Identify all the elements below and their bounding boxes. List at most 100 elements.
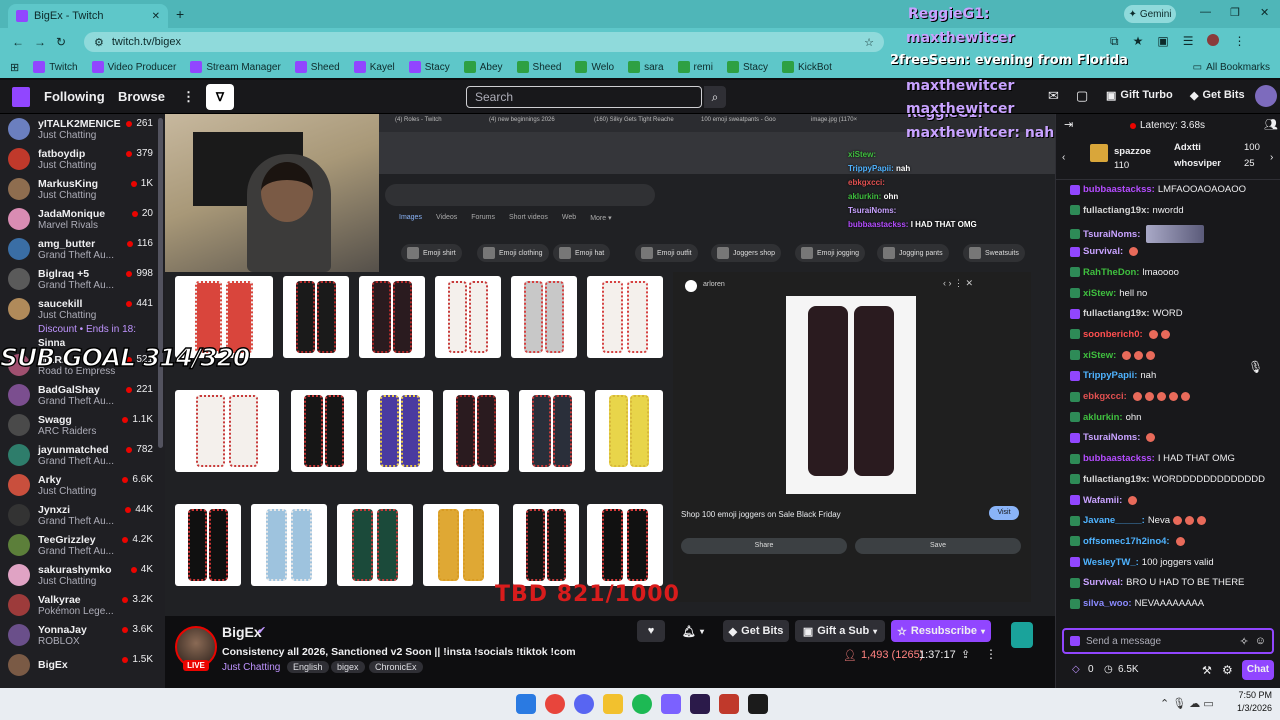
spotify-icon[interactable] bbox=[632, 694, 652, 714]
bookmark-star-icon[interactable]: ☆ bbox=[864, 36, 874, 49]
twitch-logo-icon[interactable] bbox=[12, 87, 30, 107]
sidebar-channel[interactable]: Biglraq +5 Grand Theft Au... 998 bbox=[0, 264, 165, 294]
collapse-chat-icon[interactable]: ⇥ bbox=[1064, 118, 1073, 131]
channel-name[interactable]: BigEx bbox=[222, 624, 262, 640]
chat-message[interactable]: TsuraiNoms: bbox=[1070, 225, 1205, 244]
tag-english[interactable]: English bbox=[287, 661, 329, 673]
menu-kebab-icon[interactable]: ⋮ bbox=[1233, 34, 1245, 49]
sidebar-channel[interactable]: BigEx 1.5K bbox=[0, 650, 165, 680]
chat-message[interactable]: bubbaastackss: LMFAOOAOAOAOO bbox=[1070, 184, 1246, 195]
chat-message[interactable]: soonberich0: bbox=[1070, 329, 1170, 340]
address-bar[interactable]: ⚙ twitch.tv/bigex ☆ bbox=[84, 32, 884, 52]
prev-icon[interactable]: ‹ bbox=[1062, 152, 1065, 163]
sidebar-channel[interactable]: BadGalShay Grand Theft Au... 221 bbox=[0, 380, 165, 410]
chat-message[interactable]: Survival: BRO U HAD TO BE THERE bbox=[1070, 577, 1244, 588]
chat-message[interactable]: RahTheDon: lmaoooo bbox=[1070, 267, 1179, 278]
more-options-icon[interactable]: ⋮ bbox=[182, 89, 195, 105]
chat-message[interactable]: xiStew: hell no bbox=[1070, 288, 1147, 299]
bookmark-item[interactable]: Sheed bbox=[516, 61, 561, 73]
sidebar-channel[interactable]: Jynxzi Grand Theft Au... 44K bbox=[0, 500, 165, 530]
site-info-icon[interactable]: ⚙ bbox=[94, 36, 104, 49]
chat-message[interactable]: Survival: bbox=[1070, 246, 1139, 257]
reload-icon[interactable]: ↻ bbox=[56, 35, 66, 49]
emote-picker-icon[interactable]: ☺ bbox=[1255, 635, 1266, 647]
chat-message[interactable]: aklurkin: ohn bbox=[1070, 412, 1141, 423]
chat-message[interactable]: Javane_____: Neva bbox=[1070, 515, 1206, 526]
chat-send-button[interactable]: Chat bbox=[1242, 660, 1274, 680]
bookmark-item[interactable]: Stream Manager bbox=[190, 61, 281, 73]
forward-icon[interactable]: → bbox=[34, 35, 46, 49]
search-icon[interactable]: ⌕ bbox=[704, 86, 726, 108]
get-bits-nav-button[interactable]: ◆ Get Bits bbox=[1190, 89, 1245, 102]
close-tab-icon[interactable]: ✕ bbox=[152, 11, 160, 22]
sidebar-channel[interactable]: YonnaJay ROBLOX 3.6K bbox=[0, 620, 165, 650]
bookmark-item[interactable]: sara bbox=[628, 61, 664, 73]
next-icon[interactable]: › bbox=[1270, 152, 1273, 163]
chrome-icon[interactable] bbox=[545, 694, 565, 714]
chat-message[interactable]: bubbaastackss: I HAD THAT OMG bbox=[1070, 453, 1235, 464]
share-icon[interactable]: ⇪ bbox=[961, 648, 970, 661]
chat-message[interactable]: WesleyTW_: 100 joggers valid bbox=[1070, 557, 1214, 568]
profile-avatar[interactable] bbox=[1207, 34, 1220, 46]
sidebar-channel[interactable]: Valkyrae Pokémon Lege... 3.2K bbox=[0, 590, 165, 620]
extension-panel-icon[interactable] bbox=[1011, 622, 1033, 648]
bookmark-item[interactable]: Abey bbox=[463, 61, 503, 73]
bookmark-item[interactable]: Kayel bbox=[353, 61, 395, 73]
minimize-icon[interactable]: — bbox=[1200, 6, 1211, 18]
close-window-icon[interactable]: ✕ bbox=[1260, 6, 1269, 19]
sidepanel-icon[interactable]: ▣ bbox=[1157, 34, 1168, 49]
bookmark-item[interactable]: KickBot bbox=[782, 61, 832, 73]
back-icon[interactable]: ← bbox=[12, 35, 24, 49]
user-avatar[interactable] bbox=[1255, 85, 1277, 107]
obs-icon[interactable] bbox=[748, 694, 768, 714]
sidebar-channel[interactable]: MarkusKing Just Chatting 1K bbox=[0, 174, 165, 204]
new-tab-icon[interactable]: + bbox=[176, 6, 184, 22]
chat-message[interactable]: offsomec17h2ino4: bbox=[1070, 536, 1185, 547]
chat-message[interactable]: xiStew: bbox=[1070, 350, 1156, 361]
get-bits-button[interactable]: ◆ Get Bits bbox=[723, 620, 789, 642]
chat-message[interactable]: fullactiang19x: WORD bbox=[1070, 308, 1183, 319]
bookmark-item[interactable]: Sheed bbox=[294, 61, 340, 73]
bookmark-item[interactable]: Twitch bbox=[33, 61, 78, 73]
chat-users-icon[interactable]: 👥︎ bbox=[1264, 118, 1278, 131]
stream-category[interactable]: Just Chatting bbox=[222, 662, 280, 673]
nav-browse[interactable]: Browse bbox=[118, 89, 165, 104]
follow-heart-button[interactable]: ♥ bbox=[637, 620, 665, 642]
chat-message[interactable]: fullactiang19x: WORDDDDDDDDDDDDD bbox=[1070, 474, 1265, 485]
chat-message[interactable]: Wafamii: bbox=[1070, 495, 1138, 506]
bookmark-item[interactable]: Stacy bbox=[408, 61, 450, 73]
apps-grid-icon[interactable]: ⊞ bbox=[10, 61, 19, 74]
sidebar-channel[interactable]: TeeGrizzley Grand Theft Au... 4.2K bbox=[0, 530, 165, 560]
sidebar-channel[interactable]: Swagg ARC Raiders 1.1K bbox=[0, 410, 165, 440]
all-bookmarks[interactable]: ▭ All Bookmarks bbox=[1193, 62, 1270, 73]
chat-message[interactable]: TsuraiNoms: bbox=[1070, 432, 1156, 443]
gift-sub-button[interactable]: ▣ Gift a Sub ▾ bbox=[795, 620, 885, 642]
video-player[interactable]: (4) Roles - Twitch (4) new beginnings 20… bbox=[165, 114, 1055, 616]
tag-bigex[interactable]: bigex bbox=[331, 661, 365, 673]
bookmark-item[interactable]: Stacy bbox=[726, 61, 768, 73]
channel-points-icon[interactable]: ◇ bbox=[1072, 664, 1080, 675]
sidebar-channel[interactable]: jayunmatched Grand Theft Au... 782 bbox=[0, 440, 165, 470]
gift-turbo-button[interactable]: ▣ Gift Turbo bbox=[1106, 89, 1173, 102]
premiere-icon[interactable] bbox=[690, 694, 710, 714]
bookmark-item[interactable]: remi bbox=[677, 61, 713, 73]
bookmark-item[interactable]: Video Producer bbox=[91, 61, 176, 73]
gemini-button[interactable]: ✦ Gemini bbox=[1124, 5, 1176, 23]
bookmark-item[interactable]: Welo bbox=[575, 61, 614, 73]
chat-message[interactable]: ebkgxcci: bbox=[1070, 391, 1190, 402]
nav-following[interactable]: Following bbox=[44, 89, 105, 104]
sidebar-channel[interactable]: sakurashymko Just Chatting 4K bbox=[0, 560, 165, 590]
chat-settings-icon[interactable]: ⚙ bbox=[1222, 663, 1233, 677]
sidebar-channel[interactable]: saucekill Just Chatting 441 bbox=[0, 294, 165, 324]
chat-message[interactable]: TrippyPapii: nah bbox=[1070, 370, 1156, 381]
search-input[interactable]: Search bbox=[466, 86, 702, 108]
capcut-icon[interactable] bbox=[719, 694, 739, 714]
star-icon[interactable]: ★ bbox=[1133, 34, 1144, 49]
mail-icon[interactable]: ✉ bbox=[1048, 88, 1059, 104]
browser-tab-active[interactable]: BigEx - Twitch ✕ bbox=[8, 4, 168, 28]
resubscribe-button[interactable]: ☆ Resubscribe ▾ bbox=[891, 620, 991, 642]
tray-icons[interactable]: ⌃ 🎙︎ ☁ ▭ bbox=[1160, 697, 1214, 710]
extensions-icon[interactable]: ⧉ bbox=[1110, 34, 1119, 49]
sidebar-channel[interactable]: fatboydip Just Chatting 379 bbox=[0, 144, 165, 174]
more-options-icon[interactable]: ⋮ bbox=[985, 647, 997, 661]
